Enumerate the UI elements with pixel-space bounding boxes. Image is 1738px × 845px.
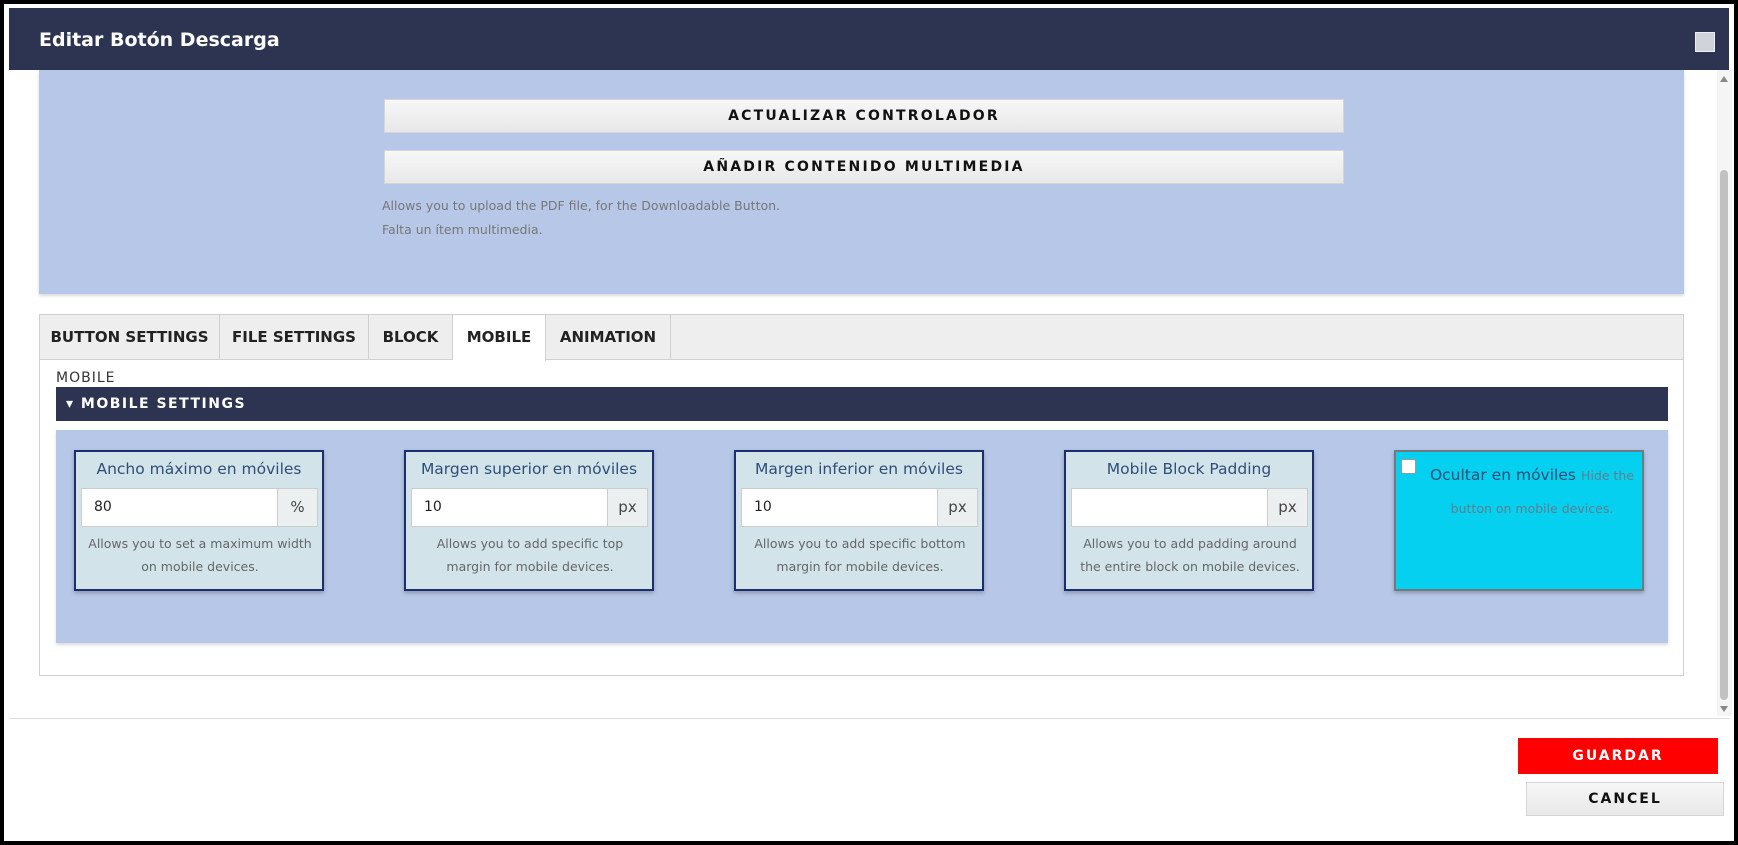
tab-animation[interactable]: ANIMATION xyxy=(546,315,671,360)
field-label: Ancho máximo en móviles xyxy=(96,460,302,478)
field-description: Allows you to set a maximum width on mob… xyxy=(88,536,312,574)
upload-help-text: Allows you to upload the PDF file, for t… xyxy=(382,198,781,213)
tab-block[interactable]: BLOCK xyxy=(369,315,453,360)
scroll-thumb[interactable] xyxy=(1720,170,1728,700)
hide-on-mobile-label: Ocultar en móviles xyxy=(1429,466,1576,484)
bottom-margin-input[interactable]: 10 xyxy=(741,488,938,527)
edit-dialog: Editar Botón Descarga ACTUALIZAR CONTROL… xyxy=(4,4,1734,841)
hide-on-mobile-checkbox[interactable] xyxy=(1401,459,1416,474)
scrollbar[interactable] xyxy=(1717,70,1732,716)
top-margin-input[interactable]: 10 xyxy=(411,488,608,527)
dialog-title: Editar Botón Descarga xyxy=(39,29,280,51)
max-width-card: Ancho máximo en móviles 80 % Allows you … xyxy=(74,450,324,591)
unit-label: px xyxy=(1268,488,1308,527)
hide-on-mobile-card: Ocultar en móviles Hide the button on mo… xyxy=(1394,450,1644,591)
update-controller-button[interactable]: ACTUALIZAR CONTROLADOR xyxy=(384,99,1344,133)
save-button[interactable]: GUARDAR xyxy=(1518,738,1718,774)
add-media-button[interactable]: AÑADIR CONTENIDO MULTIMEDIA xyxy=(384,150,1344,184)
block-padding-input[interactable] xyxy=(1071,488,1268,527)
close-icon[interactable] xyxy=(1695,32,1715,52)
field-description: Allows you to add specific top margin fo… xyxy=(436,536,624,574)
tab-button-settings[interactable]: BUTTON SETTINGS xyxy=(40,315,220,360)
unit-label: px xyxy=(938,488,978,527)
tab-mobile[interactable]: MOBILE xyxy=(453,315,546,361)
scroll-up-icon[interactable] xyxy=(1720,76,1728,82)
mobile-settings-accordion[interactable]: ▾ MOBILE SETTINGS xyxy=(56,387,1668,421)
cancel-button[interactable]: CANCEL xyxy=(1526,782,1724,816)
settings-tabs: BUTTON SETTINGS FILE SETTINGS BLOCK MOBI… xyxy=(39,314,1684,676)
missing-media-text: Falta un ítem multimedia. xyxy=(382,222,543,237)
top-margin-card: Margen superior en móviles 10 px Allows … xyxy=(404,450,654,591)
scroll-down-icon[interactable] xyxy=(1720,706,1728,712)
upload-panel: ACTUALIZAR CONTROLADOR AÑADIR CONTENIDO … xyxy=(39,70,1684,294)
unit-label: % xyxy=(278,488,318,527)
mobile-settings-body: Ancho máximo en móviles 80 % Allows you … xyxy=(56,430,1668,643)
tab-bar: BUTTON SETTINGS FILE SETTINGS BLOCK MOBI… xyxy=(40,315,1683,361)
section-label: MOBILE xyxy=(56,370,116,386)
field-label: Mobile Block Padding xyxy=(1106,460,1272,478)
hide-on-mobile-text: Ocultar en móviles Hide the button on mo… xyxy=(1424,459,1640,525)
footer-divider xyxy=(9,718,1729,719)
bottom-margin-card: Margen inferior en móviles 10 px Allows … xyxy=(734,450,984,591)
field-description: Allows you to add specific bottom margin… xyxy=(754,536,966,574)
tab-file-settings[interactable]: FILE SETTINGS xyxy=(220,315,369,360)
field-label: Margen superior en móviles xyxy=(420,460,638,478)
unit-label: px xyxy=(608,488,648,527)
field-label: Margen inferior en móviles xyxy=(755,460,963,478)
field-description: Allows you to add padding around the ent… xyxy=(1080,536,1300,574)
max-width-input[interactable]: 80 xyxy=(81,488,278,527)
dialog-titlebar: Editar Botón Descarga xyxy=(9,8,1729,70)
block-padding-card: Mobile Block Padding px Allows you to ad… xyxy=(1064,450,1314,591)
